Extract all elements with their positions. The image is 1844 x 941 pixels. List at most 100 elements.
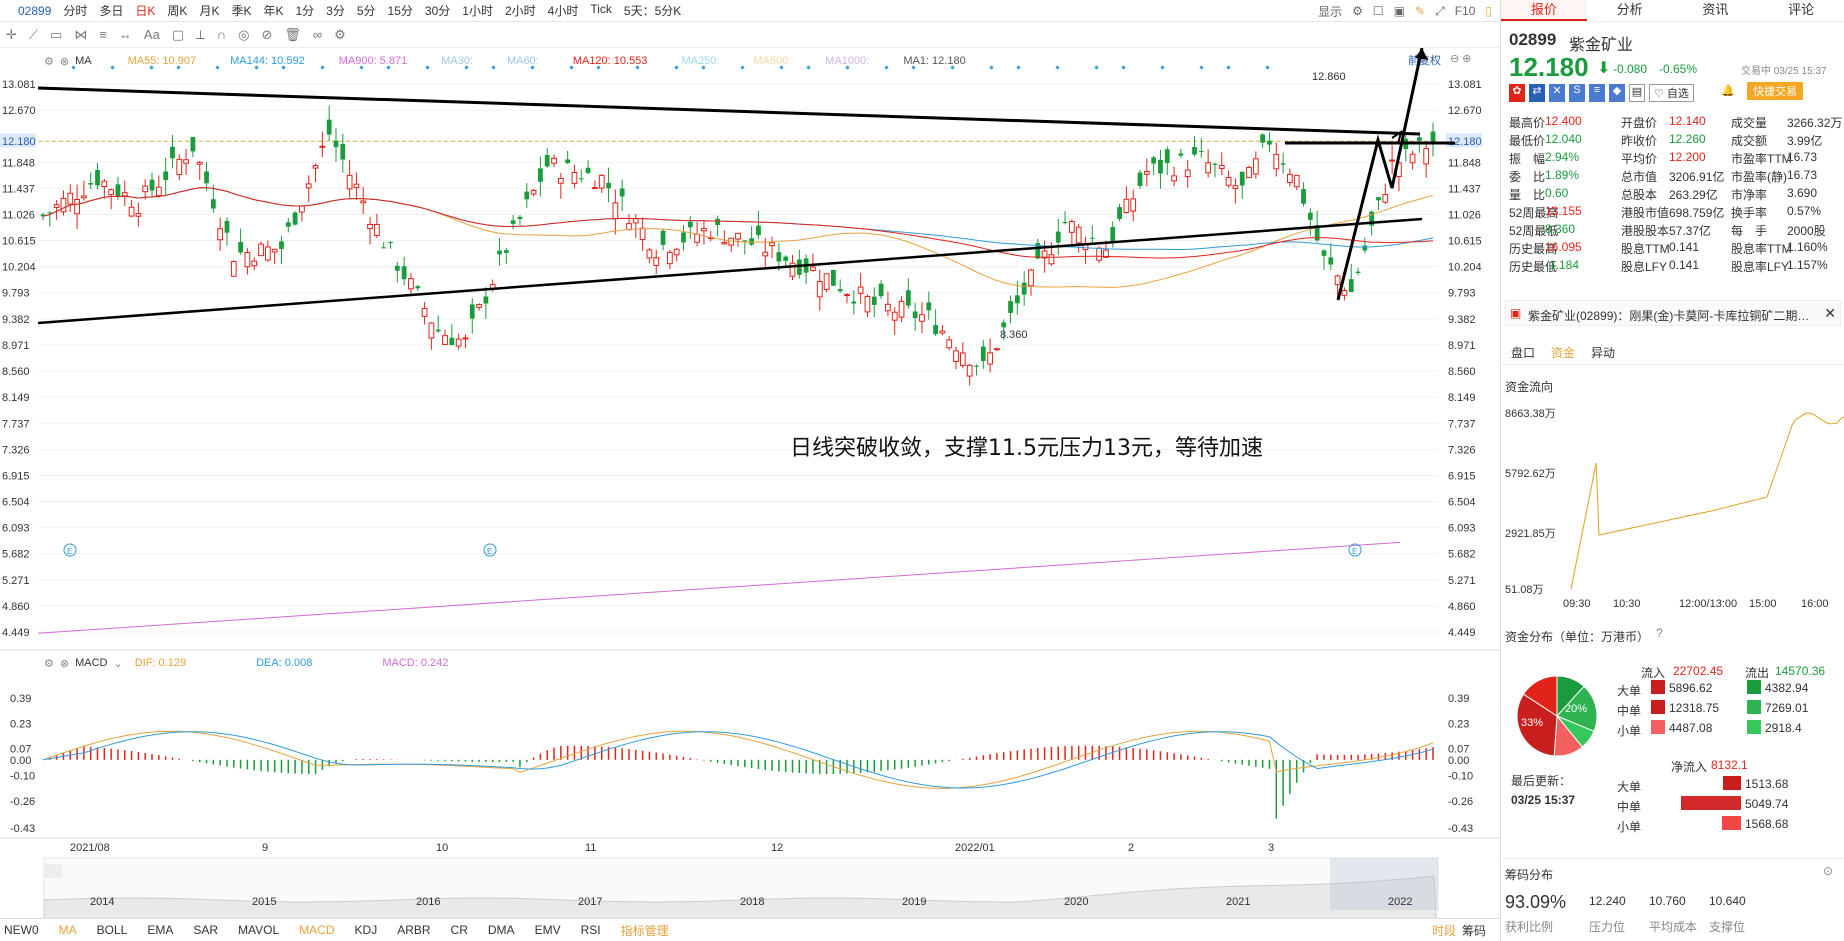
panel-toggle-icon[interactable]: ▯ [1485, 4, 1492, 18]
macd-name[interactable]: MACD [75, 657, 107, 669]
period-tab[interactable]: 2小时 [499, 2, 542, 19]
event-marker[interactable] [359, 65, 364, 70]
stack-icon[interactable]: ≡ [1589, 84, 1605, 102]
indicator-tab[interactable]: DMA [488, 923, 515, 937]
event-marker[interactable] [176, 65, 181, 70]
ruler-icon[interactable]: ⟂ [196, 27, 205, 43]
pen-icon[interactable]: ✎ [1415, 4, 1425, 18]
comment-icon[interactable]: ▢ [172, 27, 184, 43]
indicator-tab[interactable]: EMA [147, 923, 173, 937]
period-tab[interactable]: 15分 [382, 2, 419, 19]
indicator-tab[interactable]: MA [59, 923, 77, 937]
kline-chart[interactable]: 13.081 13.08112.670 12.67012.180 12.18011.8… [0, 48, 1500, 918]
event-marker[interactable] [1160, 65, 1165, 70]
text-tool[interactable]: Aa [144, 27, 160, 42]
tag-icon[interactable]: ◆ [1609, 84, 1625, 102]
bell-icon[interactable]: 🔔 [1721, 84, 1735, 97]
event-marker[interactable] [701, 65, 706, 70]
event-marker[interactable] [1199, 65, 1204, 70]
indicator-tab[interactable]: NEW0 [4, 923, 39, 937]
compare-icon[interactable]: ✕ [1549, 84, 1565, 102]
pattern-tool-icon[interactable]: ⋈ [74, 27, 87, 43]
period-tab[interactable]: 多日 [93, 2, 129, 19]
trash-icon[interactable]: 🗑 [284, 27, 301, 43]
close-icon[interactable]: ⊗ [60, 657, 69, 670]
indicator-tab[interactable]: 指标管理 [621, 922, 669, 939]
event-marker[interactable] [845, 65, 850, 70]
help-icon[interactable]: ? [1656, 626, 1663, 640]
event-marker[interactable] [1016, 65, 1021, 70]
event-marker[interactable] [425, 65, 430, 70]
overview-menu-icon[interactable] [44, 864, 62, 878]
fib-tool-icon[interactable]: ≡ [99, 27, 107, 42]
period-tab[interactable]: 1小时 [456, 2, 499, 19]
subtab[interactable]: 盘口 [1511, 344, 1535, 361]
period-tab[interactable]: 3分 [320, 2, 351, 19]
f10-icon[interactable]: F10 [1455, 4, 1476, 18]
subtab[interactable]: 异动 [1591, 344, 1615, 361]
indicator-tab[interactable]: MAVOL [238, 923, 279, 937]
hk-flag-icon[interactable]: ✿ [1509, 84, 1525, 102]
event-marker[interactable] [1094, 65, 1099, 70]
period-tab[interactable]: Tick [584, 2, 618, 19]
close-icon[interactable]: ✕ [1824, 305, 1836, 322]
chevron-down-icon[interactable]: ⌄ [113, 657, 122, 670]
link-icon[interactable]: ∞ [313, 27, 322, 42]
event-marker[interactable] [635, 65, 640, 70]
indicator-tab[interactable]: RSI [581, 923, 601, 937]
crosshair-icon[interactable]: ✛ [6, 27, 17, 43]
rect-tool-icon[interactable]: ▭ [50, 27, 62, 43]
panel-tab[interactable]: 报价 [1501, 0, 1587, 21]
period-tab[interactable]: 30分 [419, 2, 456, 19]
period-tab[interactable]: 4小时 [542, 2, 585, 19]
indicator-tab[interactable]: BOLL [97, 923, 128, 937]
event-marker[interactable] [1265, 65, 1270, 70]
s-icon[interactable]: S [1569, 84, 1585, 102]
event-marker[interactable] [596, 65, 601, 70]
support-trendline[interactable] [37, 217, 1423, 325]
panel-tab[interactable]: 评论 [1758, 0, 1844, 21]
event-marker[interactable] [911, 65, 916, 70]
gear-icon[interactable]: ⚙ [44, 657, 54, 670]
event-marker[interactable] [1121, 65, 1126, 70]
period-tab[interactable]: 日K [129, 2, 161, 19]
tab-chips[interactable]: 筹码 [1462, 922, 1486, 939]
event-marker[interactable] [464, 65, 469, 70]
event-marker[interactable] [740, 65, 745, 70]
indicator-tab[interactable]: SAR [193, 923, 218, 937]
display-menu[interactable]: 显示 [1318, 3, 1342, 20]
indicator-tab[interactable]: EMV [535, 923, 561, 937]
period-tab[interactable]: 季K [225, 2, 257, 19]
event-marker[interactable] [1055, 65, 1060, 70]
period-tab[interactable]: 分时 [57, 2, 93, 19]
doc-icon[interactable]: ▤ [1629, 84, 1645, 102]
subtab[interactable]: 资金 [1551, 344, 1575, 361]
settings-icon[interactable]: ⚙ [334, 27, 346, 43]
event-marker[interactable] [884, 65, 889, 70]
event-marker[interactable] [806, 65, 811, 70]
event-marker[interactable] [530, 65, 535, 70]
resistance-trendline[interactable] [37, 86, 1421, 136]
period-tab[interactable]: 1分 [289, 2, 320, 19]
period-tab[interactable]: 年K [257, 2, 289, 19]
tab-period[interactable]: 时段 [1432, 922, 1456, 939]
magnet-icon[interactable]: ∩ [217, 27, 226, 42]
period-tab[interactable]: 周K [161, 2, 193, 19]
indicator-tab[interactable]: CR [451, 923, 468, 937]
event-marker[interactable] [989, 65, 994, 70]
arrow-tool-icon[interactable]: ↔ [119, 27, 132, 42]
indicator-tab[interactable]: KDJ [355, 923, 378, 937]
event-marker[interactable] [674, 65, 679, 70]
lock-icon[interactable]: ⊘ [261, 27, 272, 43]
panel-tab[interactable]: 分析 [1587, 0, 1673, 21]
expand-icon[interactable]: ⤢ [1435, 4, 1445, 19]
event-marker[interactable] [386, 65, 391, 70]
share-icon[interactable]: ⇄ [1529, 84, 1545, 102]
period-tab[interactable]: 月K [193, 2, 225, 19]
eye-icon[interactable]: ◎ [238, 27, 249, 43]
period-tab[interactable]: 5分 [351, 2, 382, 19]
news-banner[interactable]: ▣ 紫金矿业(02899)：刚果(金)卡莫阿-卡库拉铜矿二期… ✕ [1505, 300, 1841, 326]
gear-icon[interactable]: ⚙ [1352, 4, 1363, 18]
quick-trade-button[interactable]: 快捷交易 [1747, 82, 1803, 100]
event-marker[interactable] [569, 65, 574, 70]
